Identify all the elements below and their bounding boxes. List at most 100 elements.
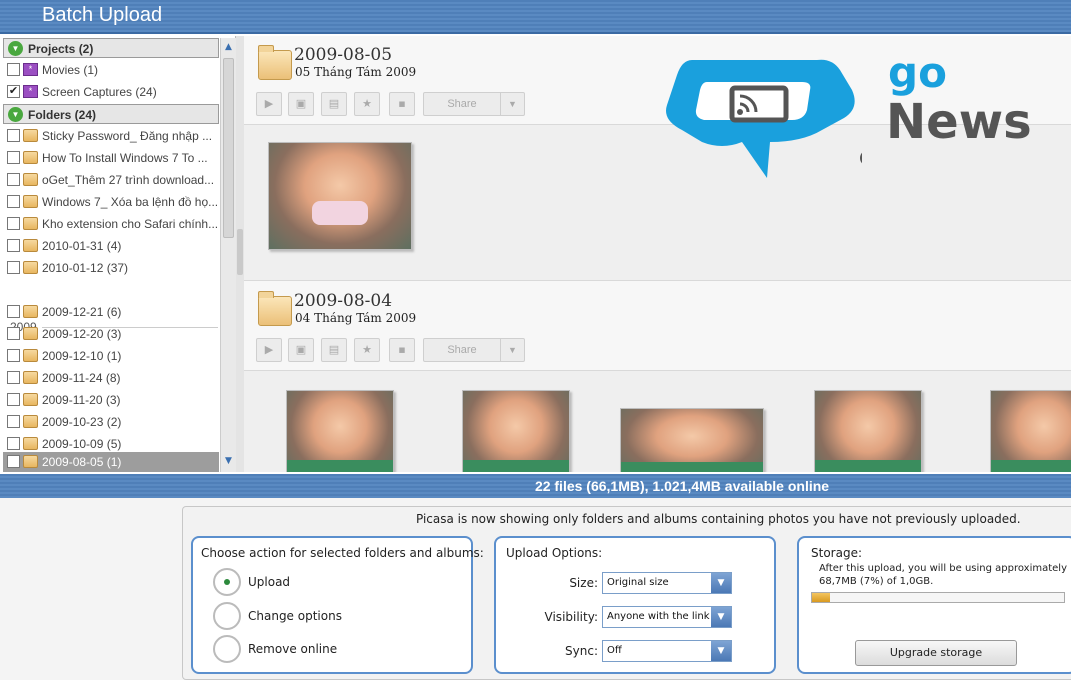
sidebar-folder-item[interactable]: oGet_Thêm 27 trình download... — [6, 170, 220, 190]
scrollbar-thumb[interactable] — [223, 58, 234, 238]
folder-icon — [23, 173, 38, 186]
pane-splitter[interactable] — [236, 36, 244, 472]
image-icon[interactable]: ▣ — [288, 92, 314, 116]
scroll-up-icon[interactable]: ▲ — [221, 40, 236, 55]
sidebar-item-label: Screen Captures (24) — [42, 85, 157, 99]
photo-thumbnail[interactable] — [462, 390, 570, 472]
expand-toggle-icon[interactable]: ▼ — [8, 107, 23, 122]
play-icon[interactable]: ▶ — [256, 92, 282, 116]
folder-label: 2009-11-20 (3) — [42, 393, 121, 407]
checkbox[interactable] — [7, 195, 20, 208]
photo-thumbnail[interactable] — [620, 408, 764, 472]
checkbox[interactable] — [7, 305, 20, 318]
folder-label: Sticky Password_ Đăng nhập ... — [42, 129, 213, 143]
sidebar-folder-item[interactable]: 2009-12-10 (1) — [6, 346, 220, 366]
checkbox[interactable] — [7, 455, 20, 468]
save-icon[interactable]: ▪ — [389, 338, 415, 362]
checkbox[interactable] — [7, 437, 20, 450]
storage-text: After this upload, you will be using app… — [819, 563, 1068, 587]
sidebar-folder-item[interactable]: Windows 7_ Xóa ba lệnh đồ họ... — [6, 192, 220, 212]
movie-icon: * — [23, 85, 38, 98]
sidebar-folder-item-selected[interactable]: 2009-08-05 (1) — [3, 452, 219, 472]
checkbox[interactable] — [7, 327, 20, 340]
sidebar-folder-item[interactable]: 2009-10-23 (2) — [6, 412, 220, 432]
gallery-icon[interactable]: ▤ — [321, 92, 347, 116]
size-row: Size: Original size ▼ — [496, 572, 776, 594]
upgrade-storage-button[interactable]: Upgrade storage — [855, 640, 1017, 666]
photo-thumbnail[interactable] — [268, 142, 412, 250]
chevron-down-icon[interactable]: ▼ — [711, 641, 731, 661]
sidebar-item-movies[interactable]: * Movies (1) — [6, 60, 220, 80]
photo-thumbnail[interactable] — [814, 390, 922, 472]
projects-header-label: Projects (2) — [28, 42, 94, 56]
photo-thumbnail[interactable] — [286, 390, 394, 472]
photo-thumbnail[interactable] — [990, 390, 1071, 472]
checkbox[interactable] — [7, 239, 20, 252]
share-button[interactable]: Share ▼ — [423, 338, 525, 362]
sidebar-folder-item[interactable]: 2009-11-20 (3) — [6, 390, 220, 410]
scroll-down-icon[interactable]: ▼ — [221, 454, 236, 469]
sidebar-scrollbar[interactable]: ▲ ▼ — [220, 38, 236, 472]
folder-label: Windows 7_ Xóa ba lệnh đồ họ... — [42, 195, 219, 209]
save-icon[interactable]: ▪ — [389, 92, 415, 116]
sync-label: Sync: — [565, 644, 598, 658]
size-select[interactable]: Original size ▼ — [602, 572, 732, 594]
radio-button[interactable] — [213, 635, 241, 663]
size-label: Size: — [569, 576, 598, 590]
select-value: Off — [607, 645, 622, 656]
section-title: 2009-08-04 — [294, 291, 393, 311]
checkbox[interactable]: ✔ — [7, 85, 20, 98]
sync-select[interactable]: Off ▼ — [602, 640, 732, 662]
radio-label: Upload — [248, 575, 291, 589]
folders-section-header[interactable]: ▼ Folders (24) — [3, 104, 219, 124]
radio-button[interactable] — [213, 568, 241, 596]
checkbox[interactable] — [7, 393, 20, 406]
sidebar-folder-item[interactable]: 2009-12-21 (6) — [6, 302, 220, 322]
folder-icon — [23, 393, 38, 406]
star-icon[interactable]: ★ — [354, 92, 380, 116]
checkbox[interactable] — [7, 261, 20, 274]
status-bar: 22 files (66,1MB), 1.021,4MB available o… — [0, 474, 1071, 498]
movie-icon: * — [23, 63, 38, 76]
checkbox[interactable] — [7, 151, 20, 164]
checkbox[interactable] — [7, 129, 20, 142]
checkbox[interactable] — [7, 415, 20, 428]
chevron-down-icon[interactable]: ▼ — [500, 93, 524, 115]
share-button[interactable]: Share ▼ — [423, 92, 525, 116]
sync-row: Sync: Off ▼ — [496, 640, 776, 662]
share-label: Share — [447, 98, 477, 110]
sidebar-folder-item[interactable]: How To Install Windows 7 To ... — [6, 148, 220, 168]
folders-header-label: Folders (24) — [28, 108, 97, 122]
expand-toggle-icon[interactable]: ▼ — [8, 41, 23, 56]
sidebar-item-screen-captures[interactable]: ✔ * Screen Captures (24) — [6, 82, 220, 102]
sidebar-folder-item[interactable]: 2010-01-12 (37) — [6, 258, 220, 278]
checkbox[interactable] — [7, 371, 20, 384]
checkbox[interactable] — [7, 173, 20, 186]
chevron-down-icon[interactable]: ▼ — [711, 607, 731, 627]
checkbox[interactable] — [7, 349, 20, 362]
checkbox[interactable] — [7, 63, 20, 76]
sidebar-folder-item[interactable]: 2009-11-24 (8) — [6, 368, 220, 388]
chevron-down-icon[interactable]: ▼ — [500, 339, 524, 361]
sidebar-item-label: Movies (1) — [42, 63, 99, 77]
sidebar-folder-item[interactable]: Kho extension cho Safari chính... — [6, 214, 220, 234]
sidebar-folder-item[interactable]: 2009-12-20 (3) — [6, 324, 220, 344]
star-icon[interactable]: ★ — [354, 338, 380, 362]
photo-detail — [815, 459, 921, 472]
storage-header: Storage: — [811, 546, 862, 560]
radio-button[interactable] — [213, 602, 241, 630]
folder-label: How To Install Windows 7 To ... — [42, 151, 208, 165]
checkbox[interactable] — [7, 217, 20, 230]
sidebar-folder-item[interactable]: Sticky Password_ Đăng nhập ... — [6, 126, 220, 146]
play-icon[interactable]: ▶ — [256, 338, 282, 362]
image-icon[interactable]: ▣ — [288, 338, 314, 362]
sidebar[interactable]: ▼ Projects (2) * Movies (1) ✔ * Screen C… — [0, 36, 236, 472]
sidebar-folder-item[interactable]: 2009-10-09 (5) — [6, 434, 220, 454]
chevron-down-icon[interactable]: ▼ — [711, 573, 731, 593]
folder-label: 2009-08-05 (1) — [42, 455, 122, 469]
gallery-icon[interactable]: ▤ — [321, 338, 347, 362]
sidebar-folder-item[interactable]: 2010-01-31 (4) — [6, 236, 220, 256]
splitter-grip[interactable] — [237, 229, 243, 275]
projects-section-header[interactable]: ▼ Projects (2) — [3, 38, 219, 58]
visibility-select[interactable]: Anyone with the link ▼ — [602, 606, 732, 628]
